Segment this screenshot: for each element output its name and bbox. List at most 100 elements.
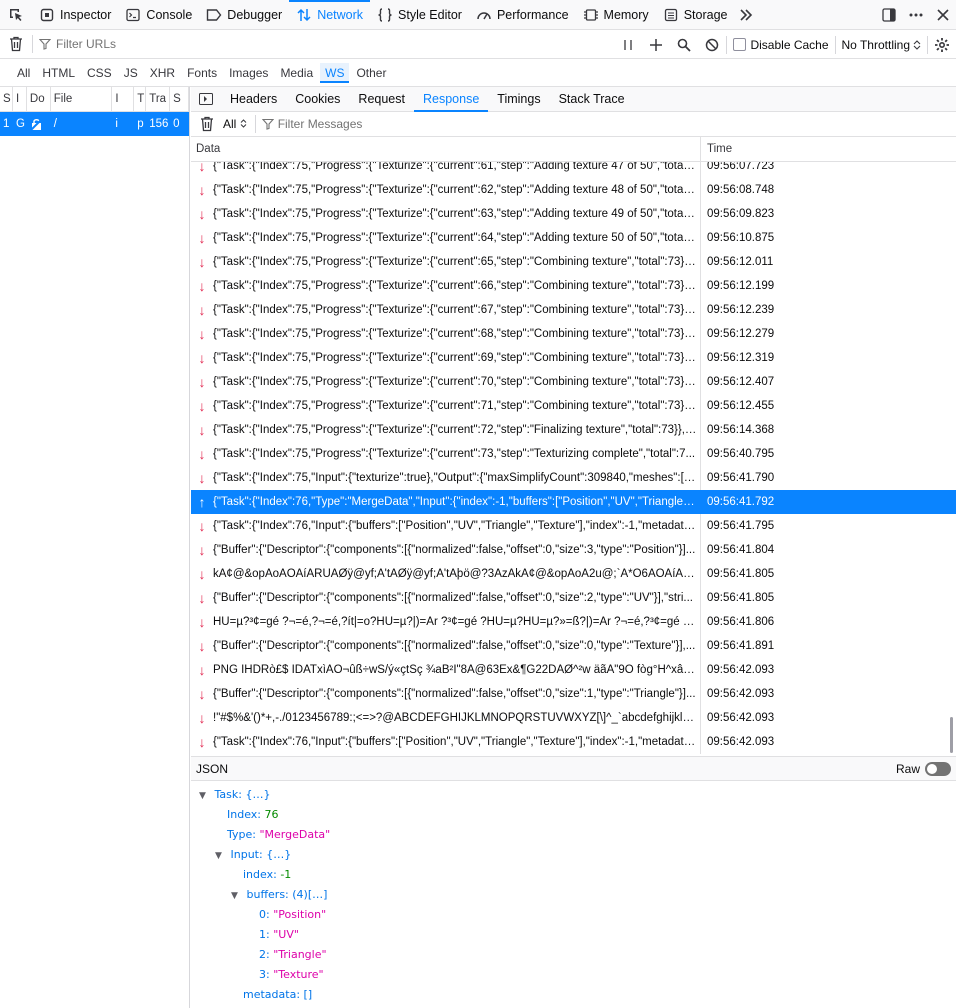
message-row[interactable]: ↓ {"Buffer":{"Descriptor":{"components":[… xyxy=(191,586,956,610)
col-transferred[interactable]: Tra xyxy=(146,87,171,111)
expand-arrow-icon[interactable]: ▼ xyxy=(199,786,211,806)
filter-html[interactable]: HTML xyxy=(37,63,80,83)
tab-inspector[interactable]: Inspector xyxy=(32,0,118,30)
request-row[interactable]: 1 G / i p 156 0 xyxy=(0,112,189,136)
message-row[interactable]: ↓ {"Task":{"Index":75,"Input":{"texturize… xyxy=(191,466,956,490)
message-data-cell: ↓ {"Task":{"Index":76,"Input":{"buffers":… xyxy=(191,730,701,754)
col-file[interactable]: File xyxy=(51,87,113,111)
search-icon[interactable] xyxy=(670,30,698,59)
tree-node-metadata[interactable]: metadata: [] xyxy=(191,985,956,1005)
filter-images[interactable]: Images xyxy=(224,63,273,83)
tab-debugger[interactable]: Debugger xyxy=(199,0,289,30)
message-row[interactable]: ↓ {"Task":{"Index":75,"Progress":{"Textur… xyxy=(191,370,956,394)
filter-urls-input[interactable]: Filter URLs xyxy=(39,37,619,51)
expand-arrow-icon[interactable]: ▼ xyxy=(215,846,227,866)
more-options-icon[interactable] xyxy=(902,0,929,30)
tree-node-index[interactable]: Index: 76 xyxy=(191,805,956,825)
tree-node-buffers[interactable]: ▼ buffers: (4)[…] xyxy=(191,885,956,905)
expand-arrow-icon[interactable]: ▼ xyxy=(231,886,243,906)
tab-headers[interactable]: Headers xyxy=(221,87,286,112)
col-time[interactable]: Time xyxy=(701,137,732,161)
message-row[interactable]: ↓ {"Task":{"Index":75,"Progress":{"Textur… xyxy=(191,250,956,274)
message-row[interactable]: ↓ !"#$%&'()*+,-./0123456789:;<=>?@ABCDEF… xyxy=(191,706,956,730)
more-tools-icon[interactable] xyxy=(734,0,758,30)
raw-toggle[interactable]: Raw xyxy=(896,761,951,776)
disable-cache-checkbox[interactable]: Disable Cache xyxy=(733,38,829,52)
message-row[interactable]: ↓ {"Task":{"Index":75,"Progress":{"Textur… xyxy=(191,202,956,226)
tab-memory[interactable]: Memory xyxy=(576,0,656,30)
message-row[interactable]: ↓ {"Buffer":{"Descriptor":{"components":[… xyxy=(191,634,956,658)
message-row[interactable]: ↓ {"Task":{"Index":75,"Progress":{"Textur… xyxy=(191,298,956,322)
filter-fonts[interactable]: Fonts xyxy=(182,63,222,83)
filter-all[interactable]: All xyxy=(12,63,35,83)
throttling-select[interactable]: No Throttling xyxy=(842,38,921,52)
tree-node-buffer-item[interactable]: 3: "Texture" xyxy=(191,965,956,985)
filter-media[interactable]: Media xyxy=(275,63,318,83)
message-row[interactable]: ↓ HÜ=µ?³¢=gé ?¬=é,?¬=é,?ít|=o?HÜ=µ?|)=Ar … xyxy=(191,610,956,634)
raw-switch[interactable] xyxy=(925,761,951,776)
close-icon[interactable] xyxy=(929,0,956,30)
tree-node-buffer-item[interactable]: 2: "Triangle" xyxy=(191,945,956,965)
console-icon xyxy=(125,7,141,23)
col-initiator[interactable]: I xyxy=(112,87,135,111)
tab-stack-trace[interactable]: Stack Trace xyxy=(550,87,634,112)
block-icon[interactable] xyxy=(698,30,726,59)
col-type[interactable]: T xyxy=(134,87,147,111)
tab-response[interactable]: Response xyxy=(413,87,489,112)
checkbox-box[interactable] xyxy=(733,38,747,51)
tree-node-buffer-item[interactable]: 0: "Position" xyxy=(191,905,956,925)
tree-node-buffer-item[interactable]: 1: "UV" xyxy=(191,925,956,945)
add-request-icon[interactable] xyxy=(642,30,670,59)
messages-list[interactable]: ↓ {"Task":{"Index":75,"Progress":{"Textur… xyxy=(191,162,956,756)
tree-node-task[interactable]: ▼ Task: {…} xyxy=(191,785,956,805)
element-picker-icon[interactable] xyxy=(0,0,32,30)
tab-storage[interactable]: Storage xyxy=(656,0,735,30)
filter-messages-input[interactable]: Filter Messages xyxy=(261,117,362,131)
tab-performance[interactable]: Performance xyxy=(469,0,576,30)
message-row[interactable]: ↓ {"Task":{"Index":75,"Progress":{"Textur… xyxy=(191,178,956,202)
tab-network[interactable]: Network xyxy=(289,0,370,30)
col-domain[interactable]: Do xyxy=(27,87,51,111)
message-row[interactable]: ↑ {"Task":{"Index":76,"Type":"MergeData",… xyxy=(191,490,956,514)
filter-ws[interactable]: WS xyxy=(320,62,350,83)
pause-icon[interactable] xyxy=(614,30,642,59)
message-row[interactable]: ↓ {"Buffer":{"Descriptor":{"components":[… xyxy=(191,682,956,706)
message-row[interactable]: ↓ {"Task":{"Index":75,"Progress":{"Textur… xyxy=(191,226,956,250)
message-type-select[interactable]: All xyxy=(223,117,247,131)
scrollbar-thumb[interactable] xyxy=(950,717,953,753)
message-row[interactable]: ↓ {"Buffer":{"Descriptor":{"components":[… xyxy=(191,538,956,562)
message-row[interactable]: ↓ {"Task":{"Index":75,"Progress":{"Textur… xyxy=(191,346,956,370)
tree-node-type[interactable]: Type: "MergeData" xyxy=(191,825,956,845)
col-size[interactable]: S xyxy=(170,87,190,111)
message-row[interactable]: ↓ {"Task":{"Index":75,"Progress":{"Textur… xyxy=(191,442,956,466)
tree-node-input[interactable]: ▼ Input: {…} xyxy=(191,845,956,865)
message-row[interactable]: ↓ PNG IHDRò£$ IDATxìÁO¬ûß÷wS/ý«çtSç ¾aB²Ì… xyxy=(191,658,956,682)
tab-style-editor[interactable]: Style Editor xyxy=(370,0,469,30)
dock-side-icon[interactable] xyxy=(875,0,902,30)
col-status[interactable]: S xyxy=(0,87,13,111)
col-method[interactable]: I xyxy=(13,87,27,111)
message-row[interactable]: ↓ {"Task":{"Index":75,"Progress":{"Textur… xyxy=(191,274,956,298)
clear-messages-icon[interactable] xyxy=(195,116,219,132)
message-row[interactable]: ↓ {"Task":{"Index":76,"Input":{"buffers":… xyxy=(191,514,956,538)
tab-console[interactable]: Console xyxy=(118,0,199,30)
tab-timings[interactable]: Timings xyxy=(488,87,549,112)
gear-icon[interactable] xyxy=(928,30,956,59)
message-row[interactable]: ↓ {"Task":{"Index":75,"Progress":{"Textur… xyxy=(191,394,956,418)
tab-cookies[interactable]: Cookies xyxy=(286,87,349,112)
message-row[interactable]: ↓ {"Task":{"Index":75,"Progress":{"Textur… xyxy=(191,322,956,346)
message-data-cell: ↓ {"Task":{"Index":75,"Progress":{"Textur… xyxy=(191,394,701,418)
tree-node-input-index[interactable]: index: -1 xyxy=(191,865,956,885)
toggle-sidebar-icon[interactable] xyxy=(191,93,221,105)
message-row[interactable]: ↓ {"Task":{"Index":75,"Progress":{"Textur… xyxy=(191,418,956,442)
filter-other[interactable]: Other xyxy=(351,63,391,83)
filter-xhr[interactable]: XHR xyxy=(145,63,180,83)
message-row[interactable]: ↓ {"Task":{"Index":75,"Progress":{"Textur… xyxy=(191,162,956,178)
filter-css[interactable]: CSS xyxy=(82,63,117,83)
clear-requests-icon[interactable] xyxy=(0,36,32,52)
message-row[interactable]: ↓ {"Task":{"Index":76,"Input":{"buffers":… xyxy=(191,730,956,754)
message-row[interactable]: ↓ kÁ¢@&opAoAOAíARÜAØÿ@yf;A'tAØÿ@yf;A'tAþö… xyxy=(191,562,956,586)
col-data[interactable]: Data xyxy=(191,137,701,161)
filter-js[interactable]: JS xyxy=(119,63,143,83)
tab-request[interactable]: Request xyxy=(349,87,414,112)
